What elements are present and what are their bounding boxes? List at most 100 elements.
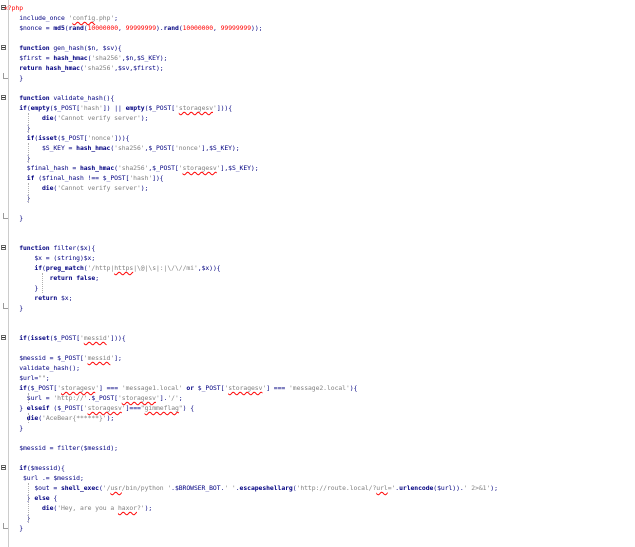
code-line[interactable]: function filter($x){ — [0, 243, 635, 253]
code-token: $x; — [57, 294, 73, 302]
code-line[interactable] — [0, 233, 635, 243]
code-line[interactable]: die('Cannot verify server'); — [0, 113, 635, 123]
code-token: 'sha256' — [117, 164, 149, 172]
code-line[interactable]: <?php — [0, 3, 635, 13]
code-editor[interactable]: <?php include_once 'config.php'; $nonce … — [0, 0, 635, 547]
code-line[interactable]: function gen_hash($n, $sv){ — [0, 43, 635, 53]
code-token: , — [118, 24, 126, 32]
code-token: ); — [490, 484, 498, 492]
code-line[interactable]: $url=""; — [0, 373, 635, 383]
code-line[interactable]: $S_KEY = hash_hmac('sha256',$_POST['nonc… — [0, 143, 635, 153]
code-token: } — [4, 524, 23, 532]
code-line[interactable]: $out = shell_exec('/usr/bin/python '.$BR… — [0, 483, 635, 493]
code-line[interactable]: die('AceBear{******}'); — [0, 413, 635, 423]
code-line[interactable] — [0, 453, 635, 463]
code-line[interactable]: $url = 'http://'.$_POST['storagesv'].'/'… — [0, 393, 635, 403]
code-token: } — [4, 124, 31, 132]
indent-guide — [28, 183, 29, 203]
code-line[interactable]: die('Cannot verify server'); — [0, 183, 635, 193]
code-line[interactable]: function validate_hash(){ — [0, 93, 635, 103]
code-line[interactable]: } — [0, 283, 635, 293]
code-line[interactable]: } — [0, 153, 635, 163]
code-line[interactable]: include_once 'config.php'; — [0, 13, 635, 23]
code-line[interactable]: if($_POST['storagesv'] === 'message1.loc… — [0, 383, 635, 393]
code-line[interactable]: } — [0, 423, 635, 433]
code-line[interactable]: return $x; — [0, 293, 635, 303]
code-text: } — [4, 73, 23, 83]
indent-guide — [28, 393, 29, 403]
code-token: function — [4, 94, 50, 102]
code-token: else — [34, 494, 50, 502]
code-token: ?' — [136, 504, 145, 512]
code-text: } elseif ($_POST['storagesv']==="gimmefl… — [4, 403, 194, 413]
code-line[interactable]: if($messid){ — [0, 463, 635, 473]
code-token: elseif — [26, 404, 50, 412]
code-line[interactable] — [0, 323, 635, 333]
code-text: function validate_hash(){ — [4, 93, 114, 103]
code-line[interactable]: } else { — [0, 493, 635, 503]
code-line[interactable]: if(preg_match('/http|https|\@|\s|:|\/\//… — [0, 263, 635, 273]
code-token: $url .= $messid; — [4, 474, 84, 482]
code-token: function — [4, 244, 50, 252]
code-line[interactable]: $url .= $messid; — [0, 473, 635, 483]
code-line[interactable]: } — [0, 523, 635, 533]
code-text: if(preg_match('/http|https|\@|\s|:|\/\//… — [4, 263, 220, 273]
code-token: <?php — [4, 4, 23, 12]
code-token: die — [41, 504, 54, 512]
code-line[interactable]: return hash_hmac('sha256',$sv,$first); — [0, 63, 635, 73]
code-token: 'sha256' — [91, 54, 122, 62]
code-line[interactable] — [0, 33, 635, 43]
code-line[interactable]: $final_hash = hash_hmac('sha256',$_POST[… — [0, 163, 635, 173]
code-token: ])){ — [110, 334, 126, 342]
code-line[interactable]: if(isset($_POST['messid'])){ — [0, 333, 635, 343]
code-line[interactable]: } — [0, 513, 635, 523]
code-line[interactable]: } — [0, 73, 635, 83]
code-line[interactable]: if(isset($_POST['nonce'])){ — [0, 133, 635, 143]
code-text: if($messid){ — [4, 463, 65, 473]
code-line[interactable] — [0, 533, 635, 543]
code-line[interactable]: $nonce = md5(rand(10000000, 99999999).ra… — [0, 23, 635, 33]
code-token: storagesv — [228, 384, 263, 392]
code-line[interactable] — [0, 203, 635, 213]
code-line[interactable]: if(empty($_POST['hash']) || empty($_POST… — [0, 103, 635, 113]
code-token: '/' — [167, 394, 179, 402]
code-token: ,$_POST[ — [144, 144, 175, 152]
code-token: ; — [95, 274, 99, 282]
code-line[interactable]: validate_hash(); — [0, 363, 635, 373]
code-token: ],$S_KEY); — [201, 144, 240, 152]
code-text: } — [4, 213, 23, 223]
code-line[interactable]: } elseif ($_POST['storagesv']==="gimmefl… — [0, 403, 635, 413]
code-token: $x = (string)$x; — [4, 254, 96, 262]
code-token: 'AceBear{******}' — [42, 414, 107, 422]
code-line[interactable]: $messid = $_POST['messid']; — [0, 353, 635, 363]
code-token: https — [114, 264, 134, 272]
code-text: die('Cannot verify server'); — [4, 113, 148, 123]
code-line[interactable] — [0, 223, 635, 233]
code-line[interactable]: return false; — [0, 273, 635, 283]
code-token: } — [4, 284, 39, 292]
code-text: $out = shell_exec('/usr/bin/python '.$BR… — [4, 483, 498, 493]
code-line[interactable]: } — [0, 193, 635, 203]
code-line[interactable] — [0, 343, 635, 353]
code-text: } — [4, 123, 31, 133]
code-line[interactable]: die('Hey, are you a haxor?'); — [0, 503, 635, 513]
code-line[interactable]: if ($final_hash !== $_POST['hash']){ — [0, 173, 635, 183]
code-line[interactable]: $messid = filter($messid); — [0, 443, 635, 453]
code-line[interactable] — [0, 543, 635, 547]
code-line[interactable] — [0, 83, 635, 93]
code-token: "" — [38, 374, 46, 382]
code-line[interactable]: } — [0, 303, 635, 313]
code-line[interactable] — [0, 313, 635, 323]
code-token: ($_POST[ — [49, 334, 81, 342]
code-line[interactable]: $first = hash_hmac('sha256',$n,$S_KEY); — [0, 53, 635, 63]
code-line[interactable]: } — [0, 213, 635, 223]
code-text: return false; — [4, 273, 99, 283]
code-token: 10000000 — [182, 24, 214, 32]
code-line[interactable] — [0, 433, 635, 443]
code-line[interactable]: $x = (string)$x; — [0, 253, 635, 263]
code-line[interactable]: } — [0, 123, 635, 133]
